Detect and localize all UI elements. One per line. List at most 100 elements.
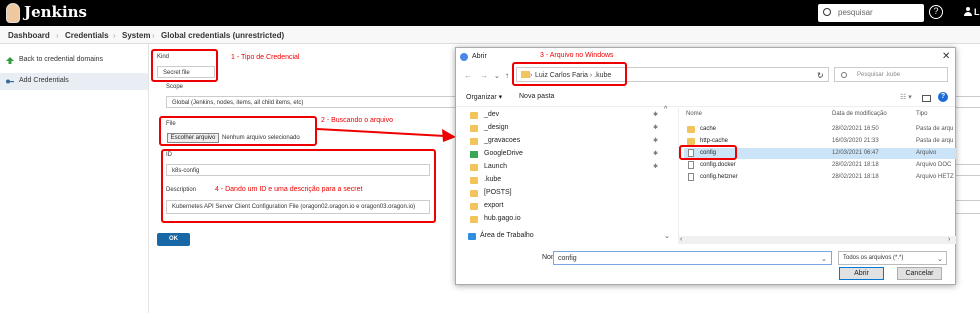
key-icon bbox=[6, 79, 14, 84]
file-row[interactable]: config.docker 28/02/2021 18:18 Arquivo DOC bbox=[684, 160, 956, 171]
file-type: Arquivo DOC bbox=[916, 162, 952, 168]
up-folder-icon[interactable]: ↑ bbox=[505, 71, 509, 80]
column-date[interactable]: Data de modificação bbox=[832, 111, 887, 117]
annotation-box-config bbox=[679, 145, 737, 160]
help-icon[interactable]: ? bbox=[929, 5, 943, 19]
file-row[interactable]: config.hetzner 28/02/2021 18:18 Arquivo HE… bbox=[684, 172, 956, 183]
file-date: 12/03/2021 06:47 bbox=[832, 150, 879, 156]
breadcrumb-global-credentials[interactable]: Global credentials (unrestricted) bbox=[161, 31, 284, 40]
id-input-edge bbox=[956, 164, 980, 176]
breadcrumb-dashboard[interactable]: Dashboard bbox=[8, 31, 50, 40]
tree-item-label: Área de Trabalho bbox=[480, 232, 534, 239]
user-icon[interactable] bbox=[964, 7, 972, 17]
up-arrow-icon bbox=[6, 57, 14, 64]
scope-select-edge bbox=[956, 96, 980, 108]
folder-icon bbox=[687, 126, 695, 133]
tree-item-label: GoogleDrive bbox=[484, 150, 523, 157]
open-button[interactable]: Abrir bbox=[839, 267, 884, 280]
annotation-box-path bbox=[512, 62, 627, 86]
file-date: 28/02/2021 16:50 bbox=[832, 126, 879, 132]
filename-value: config bbox=[558, 255, 577, 262]
tree-item-label: _design bbox=[484, 124, 509, 131]
tree-item-label: [POSTS] bbox=[484, 189, 512, 196]
pin-icon: ✱ bbox=[653, 125, 659, 131]
tree-item-label: _gravacoes bbox=[484, 137, 521, 144]
google-drive-icon bbox=[470, 151, 478, 158]
tree-item-label: _dev bbox=[484, 111, 500, 118]
pin-icon: ✱ bbox=[653, 164, 659, 170]
description-input-edge bbox=[956, 200, 980, 214]
breadcrumb: Dashboard › Credentials › System › Globa… bbox=[0, 26, 980, 44]
breadcrumb-separator: › bbox=[113, 31, 116, 40]
filter-dropdown-icon[interactable]: ⌄ bbox=[937, 255, 943, 263]
refresh-icon[interactable]: ↻ bbox=[817, 71, 824, 80]
file-date: 28/02/2021 18:18 bbox=[832, 174, 879, 180]
scope-label: Scope bbox=[166, 84, 184, 90]
ok-button[interactable]: OK bbox=[157, 233, 190, 246]
file-row[interactable]: cache 28/02/2021 16:50 Pasta de arqu bbox=[684, 124, 956, 135]
top-bar: Jenkins pesquisar ? L bbox=[0, 0, 980, 26]
dialog-search-input[interactable]: Pesquisar .kube bbox=[834, 67, 948, 82]
tree-item-label: hub.gago.io bbox=[484, 215, 521, 222]
recent-locations-chevron-icon[interactable]: ⌄ bbox=[494, 72, 500, 80]
pin-icon: ✱ bbox=[653, 151, 659, 157]
search-input[interactable]: pesquisar bbox=[818, 4, 924, 22]
filename-input[interactable]: config ⌄ bbox=[553, 251, 832, 265]
dialog-title: Abrir bbox=[472, 53, 487, 60]
folder-icon bbox=[470, 138, 478, 145]
brand-title[interactable]: Jenkins bbox=[24, 3, 87, 21]
jenkins-logo[interactable] bbox=[6, 3, 20, 23]
folder-icon bbox=[470, 177, 478, 184]
file-type-filter-value: Todos os arquivos (*.*) bbox=[843, 255, 904, 261]
scope-select[interactable]: Global (Jenkins, nodes, items, all child… bbox=[166, 96, 456, 108]
scroll-right-icon[interactable]: › bbox=[948, 236, 950, 243]
filename-dropdown-icon[interactable]: ⌄ bbox=[821, 255, 827, 263]
column-name[interactable]: Nome bbox=[686, 111, 702, 117]
tree-item-label: .kube bbox=[484, 176, 502, 183]
horizontal-scrollbar[interactable]: ‹ › bbox=[678, 236, 956, 244]
folder-icon bbox=[470, 164, 478, 171]
breadcrumb-separator: › bbox=[152, 31, 155, 40]
folder-icon bbox=[470, 203, 478, 210]
folder-icon bbox=[470, 125, 478, 132]
pin-icon: ✱ bbox=[653, 138, 659, 144]
breadcrumb-credentials[interactable]: Credentials bbox=[65, 31, 109, 40]
annotation-id-description: 4 - Dando um ID e uma descrição para a s… bbox=[215, 186, 363, 193]
help-icon[interactable]: ? bbox=[938, 92, 948, 102]
close-icon[interactable]: ✕ bbox=[942, 51, 950, 62]
annotation-arrow bbox=[317, 128, 456, 142]
file-name: config.docker bbox=[700, 162, 736, 168]
file-icon bbox=[688, 161, 694, 169]
sidebar-item-label: Add Credentials bbox=[19, 77, 69, 84]
back-arrow-icon[interactable]: ← bbox=[464, 71, 472, 80]
view-options-icon[interactable]: ☷ ▾ bbox=[900, 93, 912, 101]
breadcrumb-system[interactable]: System bbox=[122, 31, 150, 40]
file-date: 16/03/2020 21:33 bbox=[832, 138, 879, 144]
new-folder-button[interactable]: Nova pasta bbox=[519, 93, 554, 100]
organize-menu[interactable]: Organizar ▾ bbox=[466, 93, 502, 101]
open-file-dialog: Abrir ✕ 3 - Arquivo no Windows ← → ⌄ ↑ ›… bbox=[455, 47, 956, 285]
search-icon bbox=[841, 72, 847, 78]
tree-item-label: export bbox=[484, 202, 504, 209]
preview-pane-icon[interactable] bbox=[922, 95, 931, 102]
folder-icon bbox=[470, 112, 478, 119]
annotation-box-file bbox=[159, 116, 317, 146]
tree-scroll-up-icon[interactable]: ^ bbox=[664, 106, 667, 113]
column-type[interactable]: Tipo bbox=[916, 111, 927, 117]
forward-arrow-icon[interactable]: → bbox=[480, 71, 488, 80]
annotation-file: 2 - Buscando o arquivo bbox=[321, 117, 393, 124]
file-type: Arquivo bbox=[916, 150, 937, 156]
folder-icon bbox=[470, 190, 478, 197]
file-icon bbox=[688, 173, 694, 181]
cancel-button[interactable]: Cancelar bbox=[897, 267, 942, 280]
file-type-filter[interactable]: Todos os arquivos (*.*) ⌄ bbox=[838, 251, 947, 265]
tree-item-label: Launch bbox=[484, 163, 507, 170]
sidebar-divider bbox=[148, 44, 149, 313]
folder-icon bbox=[470, 216, 478, 223]
search-placeholder: pesquisar bbox=[838, 8, 873, 17]
tree-scroll-down-icon[interactable]: ⌄ bbox=[664, 232, 670, 240]
scroll-left-icon[interactable]: ‹ bbox=[680, 236, 682, 243]
file-date: 28/02/2021 18:18 bbox=[832, 162, 879, 168]
dialog-search-placeholder: Pesquisar .kube bbox=[857, 72, 901, 78]
user-name[interactable]: L bbox=[974, 7, 980, 17]
